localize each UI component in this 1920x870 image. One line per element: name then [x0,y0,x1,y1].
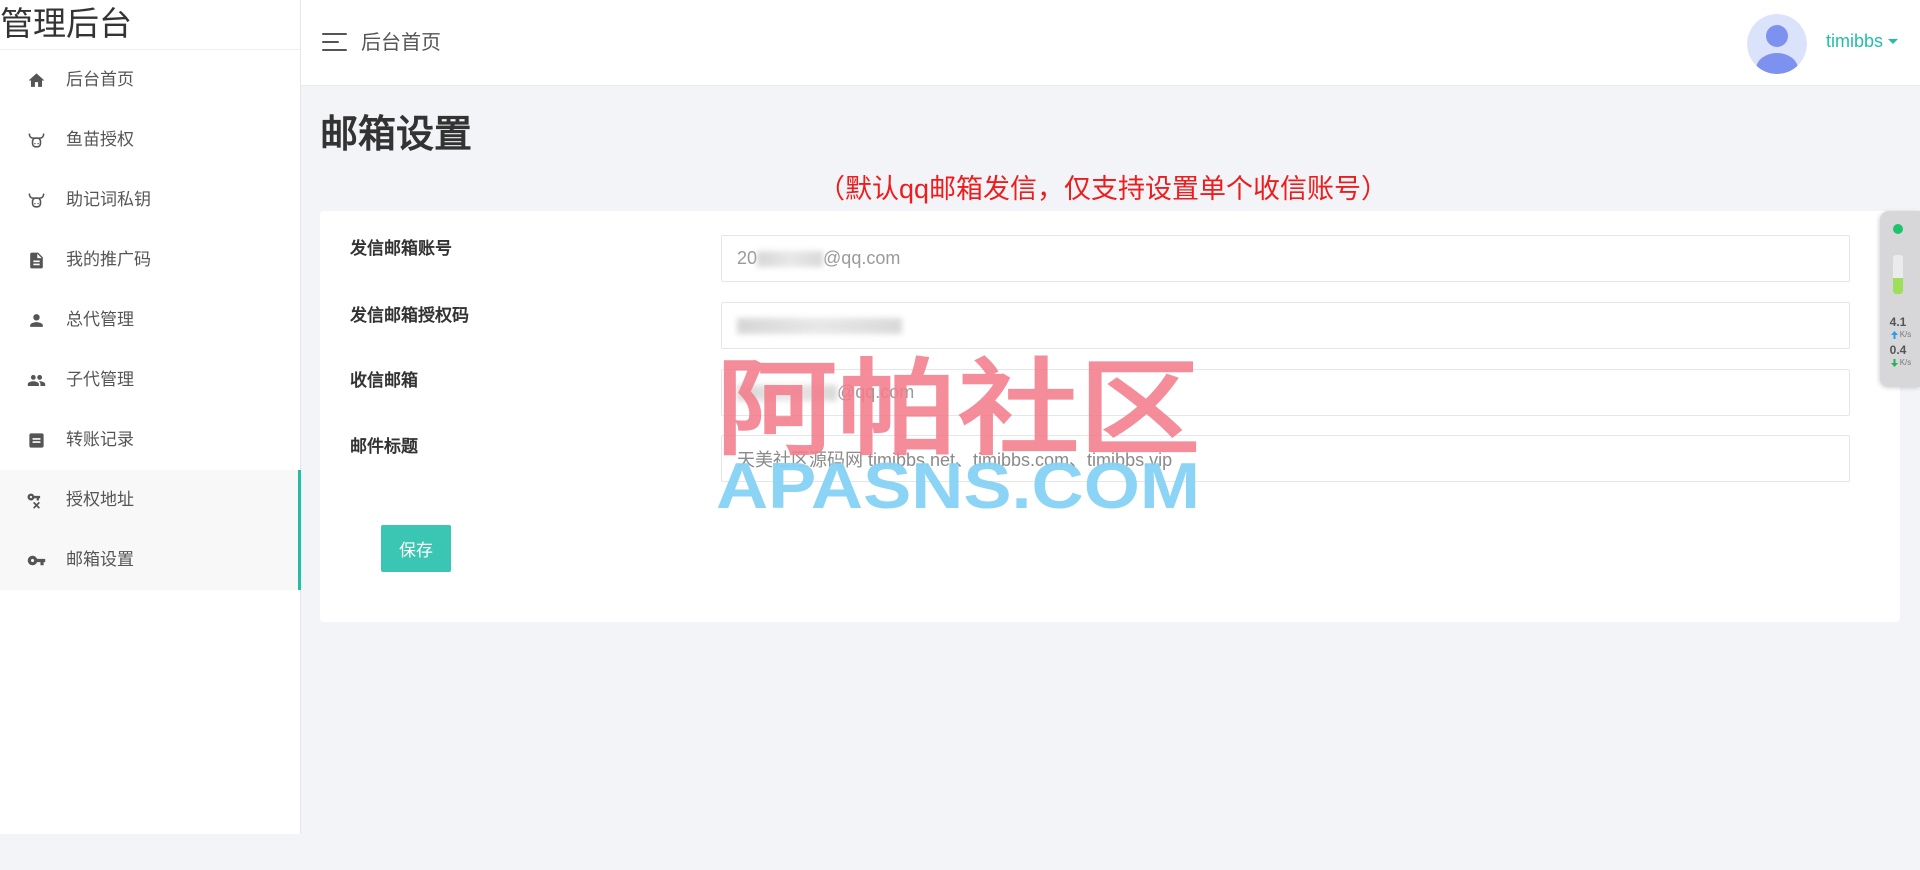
network-speed-widget[interactable]: 4.1 K/s 0.4 K/s [1880,211,1920,387]
status-dot-icon [1893,224,1903,234]
user-avatar-icon[interactable] [1747,14,1807,74]
bull-head-icon [27,131,46,150]
input-value: @qq.com [837,382,915,402]
download-speed: 0.4 [1889,343,1907,357]
sidebar: 管理后台 后台首页 鱼苗授权 助记词私钥 我的推广码 总代管理 子代管理 转账记… [0,0,301,834]
upload-speed: 4.1 [1889,315,1907,329]
email-subject-label: 邮件标题 [350,437,418,456]
sidebar-item-label: 后台首页 [66,70,134,89]
sidebar-item-label: 我的推广码 [66,250,151,269]
sidebar-item-label: 授权地址 [66,490,134,509]
active-group-indicator [298,470,301,590]
sidebar-item-email-settings[interactable]: 邮箱设置 [0,530,300,590]
input-value: @qq.com [823,248,901,268]
chevron-down-icon [1888,38,1899,44]
speed-unit: K/s [1899,330,1912,339]
recipient-email-label: 收信邮箱 [350,371,418,390]
sidebar-item-authorized-addresses[interactable]: 授权地址 [0,470,300,530]
document-icon [27,251,46,270]
person-icon [27,311,46,330]
sidebar-item-promo-code[interactable]: 我的推广码 [0,230,300,290]
usage-gauge [1893,255,1903,294]
sidebar-item-label: 转账记录 [66,430,134,449]
upload-unit-row: K/s [1884,330,1918,339]
sidebar-item-label: 助记词私钥 [66,190,151,209]
usage-gauge-fill [1893,278,1903,294]
email-settings-form: 发信邮箱账号 20 @qq.com 发信邮箱授权码 收信邮箱 @qq.com 邮… [320,211,1900,622]
user-dropdown[interactable]: timibbs [1826,28,1899,54]
bull-head-icon [27,191,46,210]
sidebar-item-dashboard[interactable]: 后台首页 [0,50,300,110]
sender-auth-code-label: 发信邮箱授权码 [350,306,469,325]
download-arrow-icon [1890,358,1898,367]
sidebar-item-label: 鱼苗授权 [66,130,134,149]
notice-text: （默认qq邮箱发信，仅支持设置单个收信账号） [818,174,1389,204]
speed-unit: K/s [1899,358,1912,367]
upload-arrow-icon [1890,330,1898,339]
save-button[interactable]: 保存 [381,525,451,572]
sidebar-item-transfer-records[interactable]: 转账记录 [0,410,300,470]
key-remove-icon [27,491,46,510]
input-value: 20 [737,248,758,268]
home-icon [27,71,46,90]
sender-email-input[interactable]: 20 @qq.com [721,235,1850,282]
list-box-icon [27,431,46,450]
sidebar-item-label: 邮箱设置 [66,550,134,569]
people-icon [27,371,46,390]
sidebar-menu: 后台首页 鱼苗授权 助记词私钥 我的推广码 总代管理 子代管理 转账记录 授权地… [0,50,301,590]
recipient-email-input[interactable]: @qq.com [721,369,1850,416]
hamburger-icon[interactable] [322,33,347,53]
redacted-blur [757,250,824,267]
page-title: 邮箱设置 [320,114,473,156]
sidebar-item-sub-agents[interactable]: 子代管理 [0,350,300,410]
brand-title: 管理后台 [0,0,300,50]
redacted-blur [737,317,902,334]
redacted-blur [737,384,837,401]
key-icon [27,551,46,570]
sender-email-label: 发信邮箱账号 [350,239,452,258]
sidebar-item-general-agents[interactable]: 总代管理 [0,290,300,350]
sender-auth-code-input[interactable] [721,302,1850,349]
top-header: 后台首页 timibbs [301,0,1920,86]
sidebar-item-fry-authorization[interactable]: 鱼苗授权 [0,110,300,170]
sidebar-item-label: 子代管理 [66,370,134,389]
username: timibbs [1826,30,1884,51]
breadcrumb[interactable]: 后台首页 [361,0,441,86]
sidebar-item-mnemonic-keys[interactable]: 助记词私钥 [0,170,300,230]
email-subject-input[interactable]: 天美社区源码网 timibbs.net、timibbs.com、timibbs.… [721,435,1850,482]
input-value: 天美社区源码网 timibbs.net、timibbs.com、timibbs.… [737,449,1173,470]
sidebar-item-label: 总代管理 [66,310,134,329]
download-unit-row: K/s [1884,358,1918,367]
